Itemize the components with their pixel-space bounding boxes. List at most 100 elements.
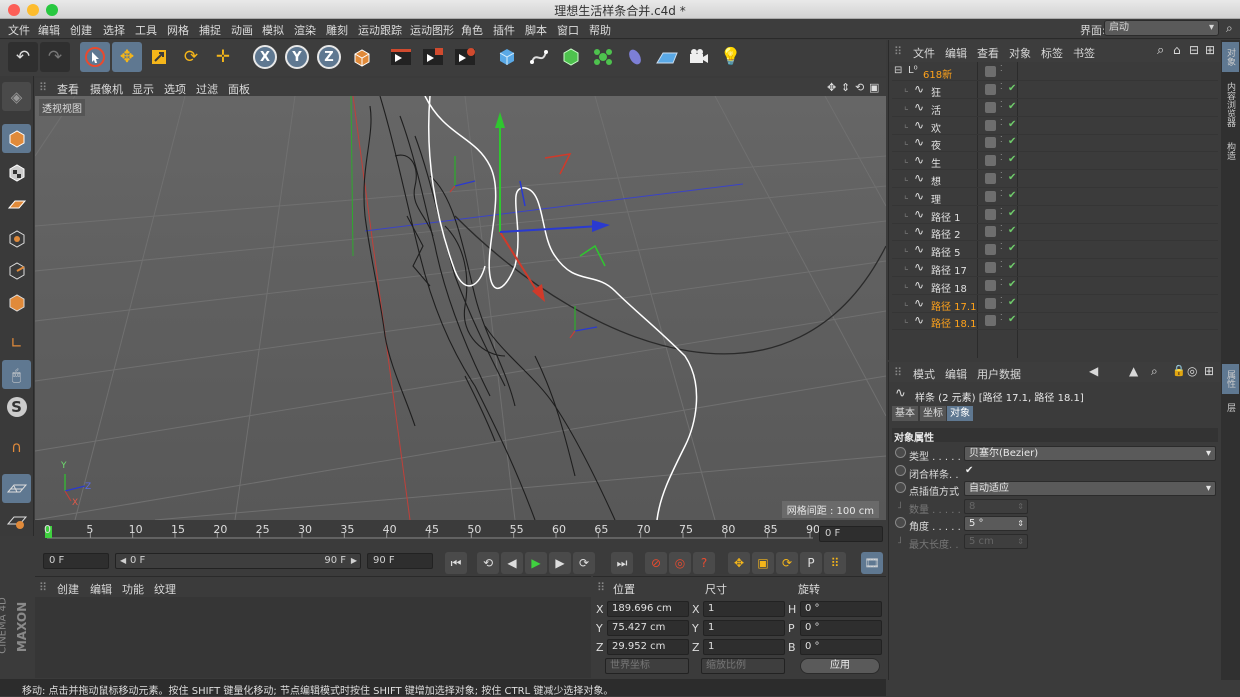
visibility-dots-icon[interactable]: ⁚ — [1000, 100, 1003, 109]
menu-tools[interactable]: 工具 — [135, 22, 157, 38]
viewport-menu-filter[interactable]: 过滤 — [196, 81, 218, 97]
x-axis-icon[interactable]: X — [250, 42, 280, 72]
object-row-root[interactable]: ⊟ L⁰ 618新 ⁚ — [892, 64, 1218, 81]
menu-help[interactable]: 帮助 — [589, 22, 611, 38]
preview-range-slider[interactable]: ◀ 0 F 90 F ▶ — [115, 553, 361, 569]
pan-view-icon[interactable]: ✥ — [827, 81, 836, 94]
tab-objects[interactable]: 对象 — [1222, 42, 1239, 72]
redo-icon[interactable]: ↷ — [40, 42, 70, 72]
menu-animate[interactable]: 动画 — [231, 22, 253, 38]
search-icon[interactable]: ⌕ — [1226, 21, 1233, 36]
key-parameter-icon[interactable]: P — [800, 552, 822, 574]
next-frame-icon[interactable]: ▶ — [549, 552, 571, 574]
go-to-end-icon[interactable]: ⏭ — [611, 552, 633, 574]
pen-icon[interactable] — [524, 42, 554, 72]
enabled-check-icon[interactable]: ✔ — [1008, 243, 1016, 254]
live-select-icon[interactable] — [80, 42, 110, 72]
model-mode-icon[interactable] — [2, 124, 31, 153]
enabled-check-icon[interactable]: ✔ — [1008, 172, 1016, 183]
menu-mograph[interactable]: 运动图形 — [410, 22, 454, 38]
tab-basic[interactable]: 基本 — [892, 406, 918, 421]
animation-radio[interactable] — [895, 464, 906, 476]
menu-snap[interactable]: 捕捉 — [199, 22, 221, 38]
viewport-menu-cameras[interactable]: 摄像机 — [90, 81, 123, 97]
material-menu-texture[interactable]: 纹理 — [154, 581, 176, 597]
attributes-menu-edit[interactable]: 编辑 — [945, 366, 967, 382]
menu-script[interactable]: 脚本 — [525, 22, 547, 38]
visibility-dots-icon[interactable]: ⁚ — [1000, 82, 1003, 91]
animation-radio[interactable] — [895, 482, 906, 493]
rotate-view-icon[interactable]: ⟲ — [855, 81, 864, 94]
attribute-select[interactable]: 自动适应 ▾ — [964, 481, 1216, 496]
tab-content-browser[interactable]: 内容浏览器 — [1222, 74, 1239, 134]
object-row[interactable]: ⌞ ∿ 欢 ⁚ ✔ — [892, 118, 1218, 135]
scale-icon[interactable] — [144, 42, 174, 72]
material-menu-function[interactable]: 功能 — [122, 581, 144, 597]
menu-motion-tracker[interactable]: 运动跟踪 — [358, 22, 402, 38]
play-icon[interactable]: ▶ — [525, 552, 547, 574]
zoom-view-icon[interactable]: ⇕ — [841, 81, 850, 94]
closed-spline-checkbox[interactable]: ✔ — [965, 465, 973, 476]
enabled-check-icon[interactable]: ✔ — [1008, 225, 1016, 236]
object-row[interactable]: ⌞ ∿ 活 ⁚ ✔ — [892, 100, 1218, 117]
object-row[interactable]: ⌞ ∿ 路径 18.1 ⁚ ✔ — [892, 313, 1218, 331]
menu-character[interactable]: 角色 — [461, 22, 483, 38]
target-icon[interactable]: ◎ — [1187, 364, 1197, 378]
move-icon[interactable]: ✥ — [112, 42, 142, 72]
size-x-field[interactable]: 1 — [703, 601, 785, 617]
key-position-icon[interactable]: ✥ — [728, 552, 750, 574]
start-frame-field[interactable]: 0 F — [43, 553, 109, 569]
object-row[interactable]: ⌞ ∿ 想 ⁚ ✔ — [892, 171, 1218, 188]
viewport-menu-display[interactable]: 显示 — [132, 81, 154, 97]
lock-icon[interactable]: 🔒 — [1172, 364, 1186, 377]
search-icon[interactable]: ⌕ — [1151, 364, 1158, 379]
menu-mesh[interactable]: 网格 — [167, 22, 189, 38]
enabled-check-icon[interactable]: ✔ — [1008, 208, 1016, 219]
object-row[interactable]: ⌞ ∿ 路径 1 ⁚ ✔ — [892, 207, 1218, 224]
camera-icon[interactable] — [684, 42, 714, 72]
polygons-mode-icon[interactable] — [2, 288, 31, 317]
viewport-menu-options[interactable]: 选项 — [164, 81, 186, 97]
z-axis-icon[interactable]: Z — [314, 42, 344, 72]
expand-icon[interactable]: ⊞ — [1205, 43, 1215, 57]
objects-menu-view[interactable]: 查看 — [977, 45, 999, 61]
visibility-dots-icon[interactable]: ⁚ — [1000, 296, 1003, 305]
current-frame-field[interactable]: 0 F — [819, 526, 883, 542]
tab-structure[interactable]: 构造 — [1222, 136, 1239, 166]
coordinate-system-icon[interactable] — [346, 42, 376, 72]
enabled-check-icon[interactable]: ✔ — [1008, 101, 1016, 112]
snap-icon[interactable]: ∩ — [2, 432, 31, 461]
workplane-icon[interactable] — [2, 190, 31, 219]
make-editable-icon[interactable]: ◈ — [2, 82, 31, 111]
tweak-mode-icon[interactable]: 🖱 — [2, 360, 31, 389]
menu-sculpt[interactable]: 雕刻 — [326, 22, 348, 38]
floor-icon[interactable] — [652, 42, 682, 72]
timeline-ruler[interactable]: 0 5 10 15 20 25 30 35 40 45 50 55 60 65 70 75 80 85 90 0 F — [35, 520, 886, 548]
menu-plugins[interactable]: 插件 — [493, 22, 515, 38]
viewport-menu-panel[interactable]: 面板 — [228, 81, 250, 97]
objects-menu-objects[interactable]: 对象 — [1009, 45, 1031, 61]
menu-simulate[interactable]: 模拟 — [262, 22, 284, 38]
quantize-icon[interactable] — [2, 506, 31, 535]
go-to-start-icon[interactable]: ⏮ — [445, 552, 467, 574]
render-settings-icon[interactable] — [450, 42, 480, 72]
scale-mode-select[interactable]: 缩放比例 — [701, 658, 785, 674]
rot-p-field[interactable]: 0 ° — [800, 620, 882, 636]
search-icon[interactable]: ⌕ — [1157, 43, 1164, 58]
visibility-dots-icon[interactable]: ⁚ — [1000, 135, 1003, 144]
attribute-select[interactable]: 贝塞尔(Bezier) ▾ — [964, 446, 1216, 461]
pos-z-field[interactable]: 29.952 cm — [607, 639, 689, 655]
material-menu-edit[interactable]: 编辑 — [90, 581, 112, 597]
objects-menu-edit[interactable]: 编辑 — [945, 45, 967, 61]
visibility-dots-icon[interactable]: ⁚ — [1000, 278, 1003, 287]
object-row[interactable]: ⌞ ∿ 生 ⁚ ✔ — [892, 153, 1218, 171]
points-mode-icon[interactable] — [2, 224, 31, 253]
pos-y-field[interactable]: 75.427 cm — [607, 620, 689, 636]
visibility-dots-icon[interactable]: ⁚ — [1000, 64, 1003, 73]
visibility-dots-icon[interactable]: ⁚ — [1000, 207, 1003, 216]
previous-frame-icon[interactable]: ◀ — [501, 552, 523, 574]
visibility-dots-icon[interactable]: ⁚ — [1000, 242, 1003, 251]
visibility-dots-icon[interactable]: ⁚ — [1000, 171, 1003, 180]
pos-x-field[interactable]: 189.696 cm — [607, 601, 689, 617]
visibility-dots-icon[interactable]: ⁚ — [1000, 260, 1003, 269]
